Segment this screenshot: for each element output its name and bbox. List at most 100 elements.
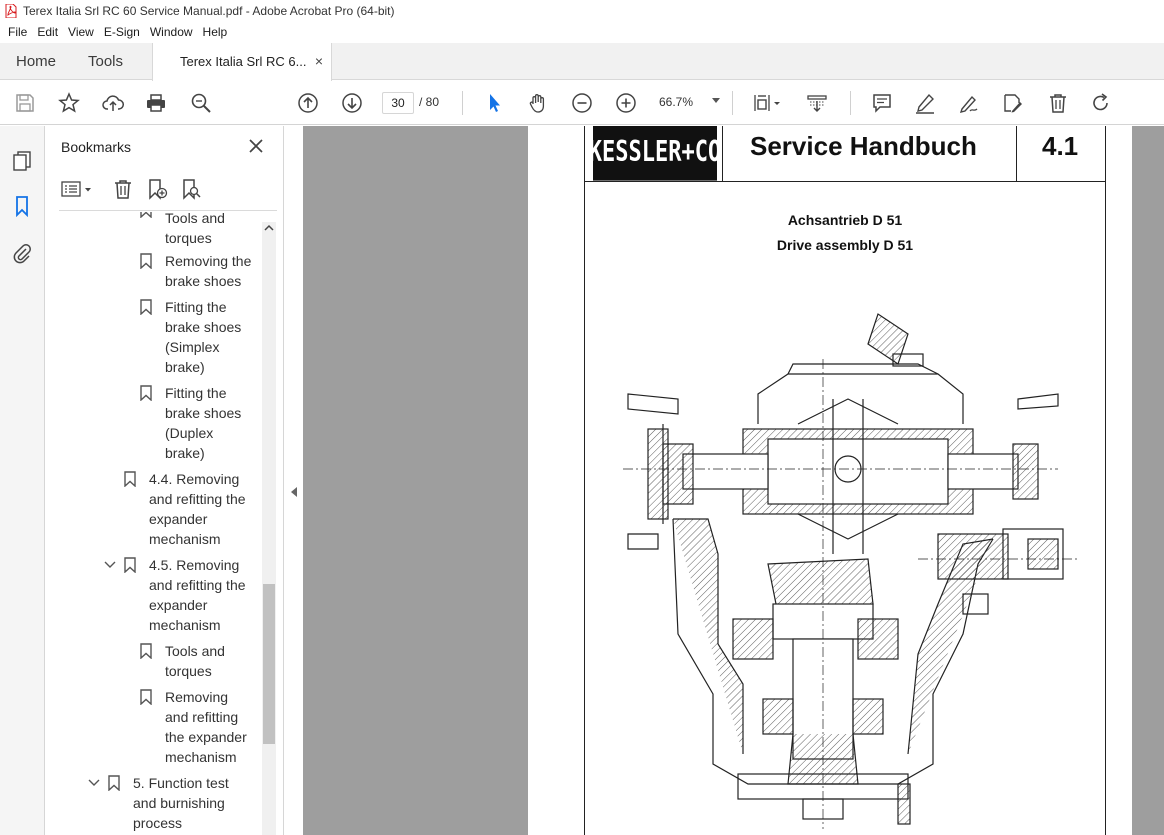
header-divider [722, 126, 723, 182]
new-bookmark-icon[interactable] [145, 176, 169, 202]
bookmark-icon [140, 299, 152, 315]
comment-icon[interactable] [870, 91, 894, 115]
menu-edit[interactable]: Edit [32, 22, 63, 43]
bookmark-label: Removing and refitting the expander mech… [165, 689, 247, 765]
bookmark-item[interactable]: Removing the brake shoes [140, 251, 260, 291]
bookmarks-scrollbar[interactable] [262, 222, 276, 835]
acrobat-file-icon [5, 4, 17, 18]
bookmark-panel-icon[interactable] [10, 194, 34, 218]
bookmarks-toolbar [59, 176, 269, 204]
drive-assembly-drawing [623, 313, 1078, 829]
page-fit-icon[interactable] [750, 91, 784, 115]
chevron-down-icon[interactable] [104, 560, 116, 570]
close-panel-icon[interactable] [247, 137, 265, 155]
edit-pdf-icon[interactable] [1001, 91, 1025, 115]
menu-bar: File Edit View E-Sign Window Help [0, 22, 1164, 43]
menu-view[interactable]: View [63, 22, 99, 43]
bookmark-options-icon[interactable] [61, 176, 95, 202]
scroll-mode-icon[interactable] [805, 91, 829, 115]
delete-icon[interactable] [1046, 91, 1070, 115]
bookmark-label: 4.5. Removing and refitting the expander… [149, 557, 246, 633]
attachment-paperclip-icon[interactable] [10, 241, 34, 265]
tab-document[interactable]: Terex Italia Srl RC 6... × [152, 43, 332, 81]
page-total: / 80 [419, 95, 440, 109]
toolbar-divider [732, 91, 733, 115]
upload-cloud-icon[interactable] [101, 91, 125, 115]
header-divider [1016, 126, 1017, 182]
bookmark-item[interactable]: 5. Function test and burnishing process [88, 773, 260, 835]
bookmark-icon [140, 253, 152, 269]
bookmarks-panel: Bookmarks Tools and torques Removing the… [45, 126, 284, 835]
kessler-logo: KESSLER+CO [589, 126, 721, 181]
close-tab-icon[interactable]: × [315, 43, 323, 80]
hand-tool-icon[interactable] [526, 91, 550, 115]
bookmark-item[interactable]: Fitting the brake shoes (Duplex brake) [140, 383, 260, 463]
bookmark-item[interactable]: Removing and refitting the expander mech… [140, 687, 260, 767]
bookmarks-tree: Tools and torques Removing the brake sho… [45, 212, 262, 835]
subtitle-english: Drive assembly D 51 [776, 237, 914, 253]
delete-bookmark-icon[interactable] [111, 176, 135, 202]
print-icon[interactable] [144, 91, 168, 115]
scroll-up-arrow-icon[interactable] [264, 224, 274, 232]
header-title: Service Handbuch [750, 131, 977, 161]
bookmark-item[interactable]: Fitting the brake shoes (Simplex brake) [140, 297, 260, 377]
previous-page-icon[interactable] [296, 91, 320, 115]
draw-pen-icon[interactable] [957, 91, 981, 115]
scrollbar-thumb[interactable] [263, 584, 275, 744]
highlight-pen-icon[interactable] [913, 91, 937, 115]
zoom-level-select[interactable]: 66.7% [659, 95, 693, 109]
tab-home[interactable]: Home [16, 43, 56, 80]
panel-collapse-handle[interactable] [285, 126, 303, 835]
zoom-search-icon[interactable] [189, 91, 213, 115]
find-bookmark-icon[interactable] [179, 176, 203, 202]
save-icon[interactable] [13, 91, 37, 115]
bookmark-icon [124, 471, 136, 487]
main-toolbar: 30 / 80 66.7% [0, 81, 1164, 125]
page-header: KESSLER+CO Service Handbuch 4.1 [584, 126, 1106, 182]
bookmark-item[interactable]: Tools and torques [140, 212, 260, 252]
bookmark-label: 4.4. Removing and refitting the expander… [149, 471, 246, 547]
title-bar: Terex Italia Srl RC 60 Service Manual.pd… [0, 0, 1164, 22]
bookmark-label: Tools and torques [165, 212, 225, 246]
bookmark-icon [140, 385, 152, 401]
bookmark-item[interactable]: 4.4. Removing and refitting the expander… [124, 469, 260, 549]
select-cursor-icon[interactable] [482, 91, 506, 115]
menu-esign[interactable]: E-Sign [99, 22, 145, 43]
page-number-input[interactable]: 30 [382, 92, 414, 114]
star-icon[interactable] [57, 91, 81, 115]
chevron-down-icon[interactable] [88, 778, 100, 788]
menu-help[interactable]: Help [198, 22, 233, 43]
redo-rotate-icon[interactable] [1089, 91, 1113, 115]
menu-window[interactable]: Window [145, 22, 198, 43]
tab-bar: Home Tools Terex Italia Srl RC 6... × [0, 43, 1164, 81]
bookmark-label: Fitting the brake shoes (Duplex brake) [165, 385, 242, 461]
window-title: Terex Italia Srl RC 60 Service Manual.pd… [23, 4, 395, 18]
bookmarks-panel-title: Bookmarks [61, 139, 132, 155]
bookmark-item[interactable]: Tools and torques [140, 641, 260, 681]
bookmark-label: Fitting the brake shoes (Simplex brake) [165, 299, 242, 375]
next-page-icon[interactable] [340, 91, 364, 115]
toolbar-divider [462, 91, 463, 115]
subtitle-german: Achsantrieb D 51 [787, 212, 903, 228]
zoom-dropdown-chevron-icon[interactable] [712, 98, 720, 103]
menu-file[interactable]: File [0, 22, 32, 43]
tab-document-label: Terex Italia Srl RC 6... [180, 54, 307, 69]
bookmark-item[interactable]: 4.5. Removing and refitting the expander… [104, 555, 260, 635]
bookmark-label: Removing the brake shoes [165, 253, 252, 289]
page-thumbnails-icon[interactable] [10, 148, 34, 172]
zoom-in-icon[interactable] [614, 91, 638, 115]
bookmark-icon [108, 775, 120, 791]
bookmark-icon [140, 643, 152, 659]
bookmark-icon [140, 689, 152, 705]
pdf-page: KESSLER+CO Service Handbuch 4.1 Achsantr… [528, 126, 1132, 835]
bookmark-label: 5. Function test and burnishing process [133, 775, 229, 831]
zoom-out-icon[interactable] [570, 91, 594, 115]
tab-tools[interactable]: Tools [88, 43, 123, 80]
bookmark-icon [124, 557, 136, 573]
toolbar-divider [850, 91, 851, 115]
section-number: 4.1 [1042, 131, 1079, 161]
bookmark-label: Tools and torques [165, 643, 225, 679]
collapse-arrow-icon[interactable] [291, 487, 297, 497]
left-rail [0, 126, 45, 835]
document-viewport[interactable]: KESSLER+CO Service Handbuch 4.1 Achsantr… [303, 126, 1164, 835]
